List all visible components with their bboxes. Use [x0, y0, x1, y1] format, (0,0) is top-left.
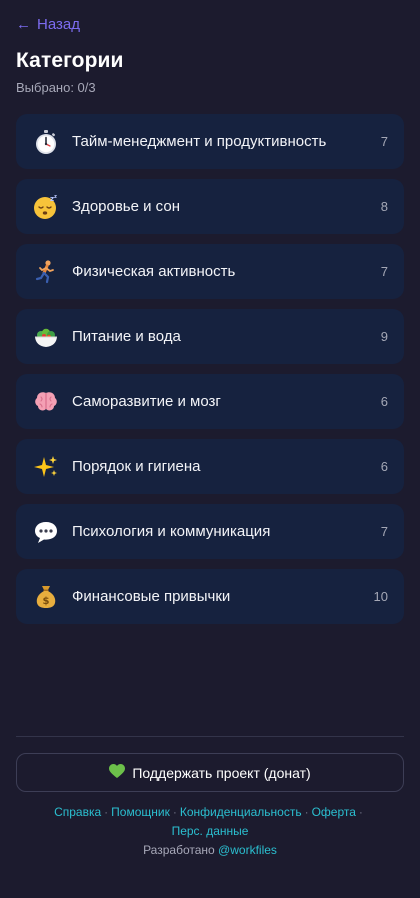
category-item-time-management[interactable]: Тайм-менеджмент и продуктивность 7	[16, 114, 404, 169]
category-count: 7	[380, 134, 388, 149]
category-count: 7	[380, 264, 388, 279]
money-bag-icon: $	[32, 583, 60, 611]
category-label: Здоровье и сон	[72, 198, 180, 215]
category-count: 10	[373, 589, 388, 604]
category-item-health-sleep[interactable]: z z Здоровье и сон 8	[16, 179, 404, 234]
back-arrow-icon: ←	[16, 16, 31, 33]
category-count: 8	[380, 199, 388, 214]
footer-separator: ·	[358, 805, 363, 819]
footer-link-help[interactable]: Справка	[54, 805, 101, 819]
category-label: Физическая активность	[72, 263, 236, 280]
footer-separator: ·	[304, 805, 309, 819]
category-count: 7	[380, 524, 388, 539]
sleeping-face-icon: z z	[32, 193, 60, 221]
back-link[interactable]: ← Назад	[16, 16, 80, 33]
stopwatch-icon	[32, 128, 60, 156]
category-label: Саморазвитие и мозг	[72, 393, 221, 410]
footer-separator: ·	[104, 805, 109, 819]
credits-link[interactable]: @workfiles	[218, 843, 277, 857]
category-label: Порядок и гигиена	[72, 458, 201, 475]
category-count: 6	[380, 394, 388, 409]
running-person-icon	[32, 258, 60, 286]
footer-separator: ·	[172, 805, 177, 819]
category-item-nutrition-water[interactable]: Питание и вода 9	[16, 309, 404, 364]
page-title: Категории	[16, 49, 124, 72]
category-item-financial-habits[interactable]: $ Финансовые привычки 10	[16, 569, 404, 624]
footer-divider	[16, 736, 404, 737]
green-heart-icon	[109, 763, 126, 782]
category-item-physical-activity[interactable]: Физическая активность 7	[16, 244, 404, 299]
svg-text:z: z	[54, 194, 57, 200]
footer-link-assistant[interactable]: Помощник	[111, 805, 170, 819]
category-item-order-hygiene[interactable]: Порядок и гигиена 6	[16, 439, 404, 494]
category-label: Психология и коммуникация	[72, 523, 271, 540]
category-list: Тайм-менеджмент и продуктивность 7 z z З…	[16, 114, 404, 624]
footer-link-offer[interactable]: Оферта	[312, 805, 356, 819]
category-count: 6	[380, 459, 388, 474]
donate-button[interactable]: Поддержать проект (донат)	[16, 753, 404, 792]
svg-text:$: $	[43, 596, 50, 607]
category-label: Питание и вода	[72, 328, 181, 345]
sparkles-icon	[32, 453, 60, 481]
category-count: 9	[380, 329, 388, 344]
footer-links: Справка · Помощник · Конфиденциальность · Офер…	[30, 803, 390, 841]
salad-bowl-icon	[32, 323, 60, 351]
category-label: Тайм-менеджмент и продуктивность	[72, 133, 327, 150]
category-item-psychology-communication[interactable]: Психология и коммуникация 7	[16, 504, 404, 559]
category-item-self-development[interactable]: Саморазвитие и мозг 6	[16, 374, 404, 429]
footer-link-privacy[interactable]: Конфиденциальность	[180, 805, 302, 819]
credits: Разработано @workfiles	[0, 843, 420, 857]
footer-link-personal-data[interactable]: Перс. данные	[172, 824, 249, 838]
back-label: Назад	[37, 16, 80, 33]
donate-label: Поддержать проект (донат)	[132, 764, 311, 781]
credits-prefix: Разработано	[143, 843, 215, 857]
category-label: Финансовые привычки	[72, 588, 231, 605]
brain-icon	[32, 388, 60, 416]
selected-count: Выбрано: 0/3	[16, 80, 96, 95]
speech-bubble-icon	[32, 518, 60, 546]
